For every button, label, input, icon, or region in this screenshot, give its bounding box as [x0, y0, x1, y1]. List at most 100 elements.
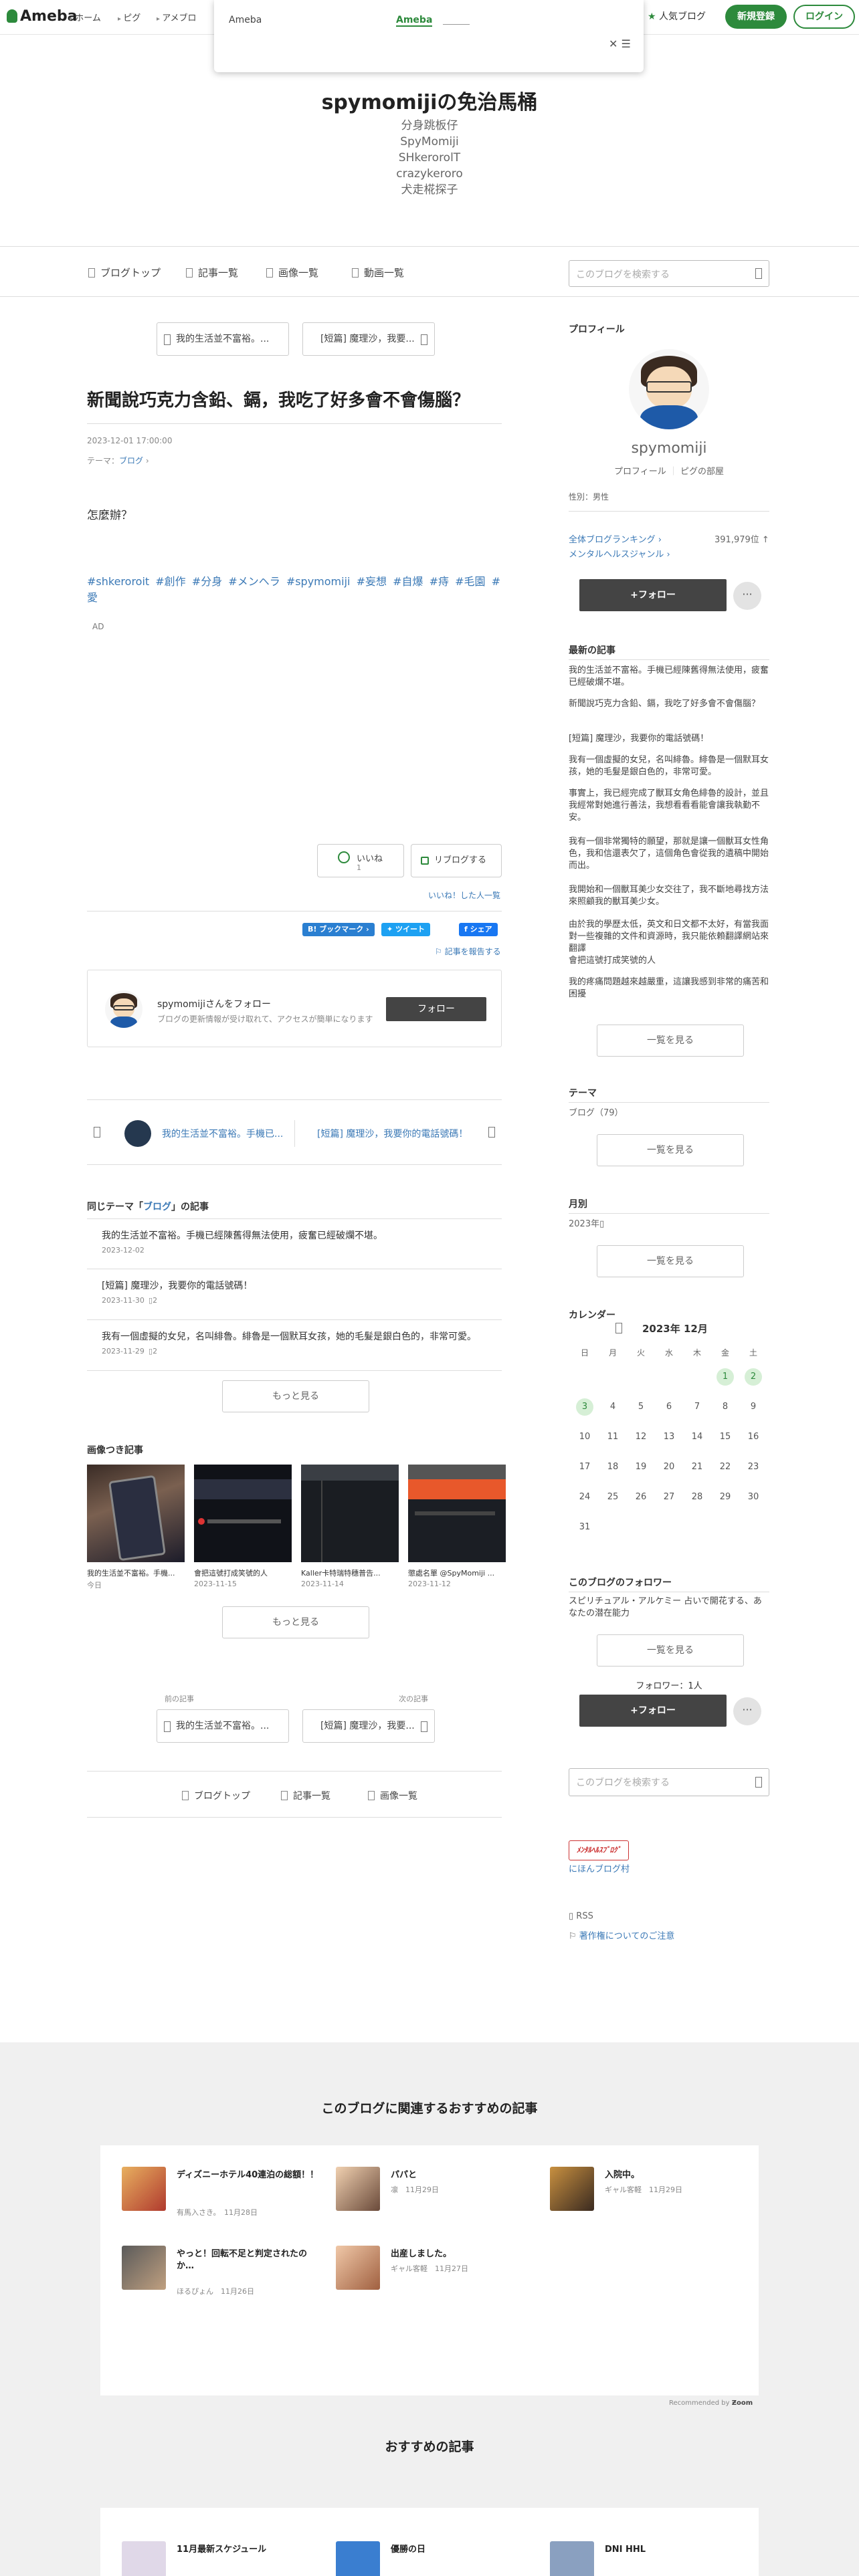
bottomnav-images[interactable]: 画像一覧: [368, 1789, 417, 1802]
hashtag[interactable]: #創作: [155, 575, 185, 588]
profile-link[interactable]: プロフィール: [614, 467, 666, 477]
recommend-item[interactable]: 出産しました。 ギャル客軽 11月27日: [336, 2246, 537, 2299]
blognav-images[interactable]: 画像一覧: [266, 265, 318, 280]
heading-theme[interactable]: ブログ: [143, 1202, 171, 1212]
recent-entry[interactable]: 由於我的學歷太低，英文和日文都不太好，有當我面對一些複雜的文件和資源時，我只能依…: [569, 919, 769, 955]
avatar[interactable]: [105, 990, 142, 1028]
profile-name[interactable]: spymomiji: [569, 440, 769, 457]
search-icon[interactable]: [755, 268, 762, 279]
sidebar-search-input[interactable]: このブログを検索する: [569, 1768, 769, 1796]
article-title[interactable]: 新聞說巧克力含鉛、鎘，我吃了好多會不會傷腦？: [87, 387, 502, 424]
recent-entry[interactable]: [短篇] 魔理沙，我要你的電話號碼！: [569, 733, 769, 745]
follow-button[interactable]: +フォロー: [579, 579, 727, 611]
pig-room-link[interactable]: ピグの部屋: [680, 467, 724, 477]
nav-home[interactable]: ホーム: [70, 11, 101, 23]
prev-article-bottom[interactable]: 我的生活並不富裕。...: [157, 1709, 289, 1743]
reblog-button[interactable]: リブログする: [411, 844, 502, 877]
hatena-bookmark-button[interactable]: B! ブックマーク ›: [302, 923, 375, 936]
recent-entry[interactable]: 會把這號打成笑號的人: [569, 955, 769, 967]
signup-button[interactable]: 新規登録: [725, 5, 787, 29]
hashtag[interactable]: #毛園: [455, 575, 485, 588]
mental-health-badge[interactable]: ﾒﾝﾀﾙﾍﾙｽﾌﾞﾛｸﾞ: [569, 1840, 629, 1860]
monthly-item[interactable]: 2023年▯: [569, 1218, 769, 1230]
more-button[interactable]: もっと見る: [222, 1380, 369, 1412]
theme-item[interactable]: ブログ（79）: [569, 1107, 769, 1119]
recent-entry[interactable]: 我開始和一個獸耳美少女交往了，我不斷地尋找方法來照顧我的獸耳美少女。: [569, 884, 769, 908]
pager-next-link[interactable]: [短篇] 魔理沙，我要你的電話號碼！: [317, 1127, 468, 1140]
monthly-more-button[interactable]: 一覧を見る: [597, 1245, 744, 1277]
facebook-share-button[interactable]: f シェア: [459, 923, 498, 936]
report-article-link[interactable]: ⚐ 記事を報告する: [435, 946, 501, 957]
overall-ranking-link[interactable]: 全体ブログランキング ›: [569, 532, 662, 545]
blognav-videos[interactable]: 動画一覧: [352, 265, 404, 280]
thumb-caption[interactable]: 懲處名單 @SpyMomiji ...: [408, 1568, 506, 1578]
avatar[interactable]: [629, 349, 709, 429]
theme-more-button[interactable]: 一覧を見る: [597, 1134, 744, 1166]
liked-users-link[interactable]: いいね！した人一覧: [428, 889, 500, 901]
blog-title[interactable]: spymomijiの免治馬桶: [0, 86, 859, 115]
chevron-left-icon[interactable]: [615, 1323, 622, 1333]
recent-more-button[interactable]: 一覧を見る: [597, 1025, 744, 1057]
follower-item[interactable]: スピリチュアル・アルケミー 占いで開花する、あなたの潜在能力: [569, 1596, 769, 1620]
thumb-caption[interactable]: 會把這號打成笑號的人: [194, 1568, 292, 1578]
recent-entry[interactable]: 事實上，我已經完成了獸耳女角色緋魯的設計，並且我經常對她進行善法，我想看看看能會…: [569, 788, 769, 824]
nav-pigg[interactable]: ピグ: [118, 11, 140, 23]
close-icon[interactable]: ✕ ☰: [609, 37, 631, 50]
recent-entry[interactable]: 我有一個非常獨特的願望，那就是讓一個獸耳女性角色，我和信還表欠了，這個角色會從我…: [569, 836, 769, 872]
image-thumb[interactable]: [408, 1465, 506, 1562]
search-icon[interactable]: [755, 1777, 762, 1788]
blogmura-link[interactable]: にほんブログ村: [569, 1862, 630, 1874]
theme-link[interactable]: ブログ: [119, 456, 143, 465]
more-options-icon[interactable]: ···: [733, 582, 761, 610]
follow-button[interactable]: フォロー: [386, 997, 486, 1021]
hashtag[interactable]: #妄想: [357, 575, 387, 588]
copyright-link[interactable]: ⚐ 著作権についてのご注意: [569, 1929, 674, 1941]
prev-article-top[interactable]: 我的生活並不富裕。...: [157, 322, 289, 356]
tweet-button[interactable]: ✦ ツイート: [381, 923, 431, 936]
calendar-day[interactable]: 3: [571, 1397, 598, 1417]
pager-prev-link[interactable]: 我的生活並不富裕。手機已...: [162, 1127, 283, 1140]
bottomnav-top[interactable]: ブログトップ: [182, 1789, 250, 1802]
hashtag[interactable]: #自爆: [393, 575, 423, 588]
more-options-icon[interactable]: ···: [733, 1697, 761, 1725]
list-item[interactable]: 我有一個虛擬的女兒，名叫緋魯。緋魯是一個默耳女孩，她的毛髮是銀白色的，非常可愛。…: [87, 1320, 502, 1371]
chevron-left-icon[interactable]: [94, 1127, 100, 1138]
hashtag[interactable]: #痔: [430, 575, 449, 588]
blognav-top[interactable]: ブログトップ: [88, 265, 161, 280]
recommend-item[interactable]: DNI HHL: [550, 2541, 751, 2576]
chevron-right-icon[interactable]: [488, 1127, 495, 1138]
hashtag[interactable]: #メンヘラ: [228, 575, 280, 588]
genre-ranking-link[interactable]: メンタルヘルスジャンル ›: [569, 547, 670, 560]
rss-link[interactable]: ▯ RSS: [569, 1911, 593, 1921]
recent-entry[interactable]: 我有一個虛擬的女兒，名叫緋魯。緋魯是一個默耳女孩，她的毛髮是銀白色的，非常可愛。: [569, 754, 769, 778]
recommend-item[interactable]: 入院中。 ギャル客軽 11月29日: [550, 2167, 751, 2220]
hashtag[interactable]: #分身: [192, 575, 222, 588]
list-item[interactable]: [短篇] 魔理沙，我要你的電話號碼！ 2023-11-30 ▯2: [87, 1269, 502, 1320]
more-images-button[interactable]: もっと見る: [222, 1606, 369, 1638]
recent-entry[interactable]: 新聞說巧克力含鉛、鎘，我吃了好多會不會傷腦？: [569, 698, 769, 710]
next-article-bottom[interactable]: [短篇] 魔理沙，我要...: [302, 1709, 435, 1743]
recommend-item[interactable]: 優勝の日: [336, 2541, 537, 2576]
thumb-caption[interactable]: Kaller卡特瑞特穗普告...: [301, 1568, 399, 1578]
image-thumb[interactable]: [87, 1465, 185, 1562]
thumb-caption[interactable]: 我的生活並不富裕。手機...: [87, 1568, 185, 1578]
nav-ameblo[interactable]: アメブロ: [157, 11, 196, 23]
ameba-logo[interactable]: Ameba: [7, 8, 77, 25]
recommend-item[interactable]: パパと 凛 11月29日: [336, 2167, 537, 2220]
recommend-item[interactable]: 11月最新スケジュール: [122, 2541, 322, 2576]
next-article-top[interactable]: [短篇] 魔理沙，我要...: [302, 322, 435, 356]
search-input[interactable]: このブログを検索する: [569, 260, 769, 287]
recent-entry[interactable]: 我的疼痛問題越來越嚴重，這讓我感到非常的痛苦和困擾: [569, 976, 769, 1000]
bottomnav-entries[interactable]: 記事一覧: [281, 1789, 330, 1802]
image-thumb[interactable]: [194, 1465, 292, 1562]
recommend-item[interactable]: ディズニーホテル40連泊の総額！！ 有馬入さき。 11月28日: [122, 2167, 322, 2220]
popular-blog-link[interactable]: ★ 人気ブログ: [648, 9, 706, 23]
popup-link[interactable]: Ameba: [396, 15, 433, 27]
blognav-entries[interactable]: 記事一覧: [186, 265, 238, 280]
like-button[interactable]: いいね 1: [317, 844, 404, 877]
recommend-item[interactable]: やっと！回転不足と判定されたのか… ほるぴょん 11月26日: [122, 2246, 322, 2299]
list-item[interactable]: 我的生活並不富裕。手機已經陳舊得無法使用，疲奮已經破爛不堪。 2023-12-0…: [87, 1218, 502, 1269]
login-button[interactable]: ログイン: [793, 5, 855, 29]
hashtag[interactable]: #shkeroroit: [87, 575, 149, 588]
followers-more-button[interactable]: 一覧を見る: [597, 1634, 744, 1667]
